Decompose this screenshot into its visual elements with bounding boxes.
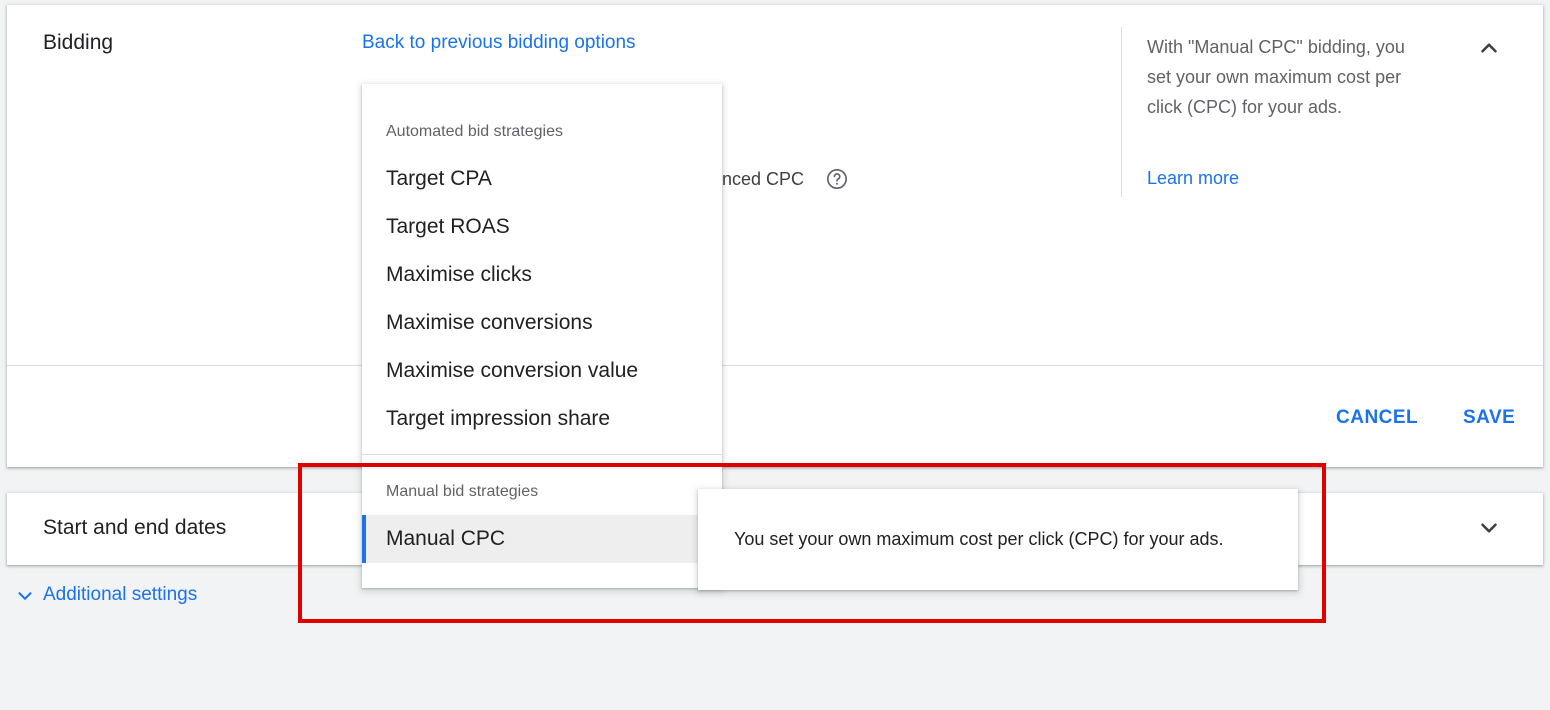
- option-maximise-clicks[interactable]: Maximise clicks: [362, 251, 722, 299]
- help-circle-icon[interactable]: [826, 168, 848, 190]
- additional-settings-label: Additional settings: [43, 584, 198, 605]
- chevron-down-icon: [18, 592, 32, 600]
- bidding-title: Bidding: [43, 31, 114, 54]
- chevron-down-icon[interactable]: [1476, 515, 1502, 541]
- bidding-help-text: With "Manual CPC" bidding, you set your …: [1147, 37, 1405, 117]
- automated-strategies-label: Automated bid strategies: [386, 123, 563, 140]
- enhanced-cpc-label: anced CPC: [712, 169, 805, 189]
- option-target-cpa[interactable]: Target CPA: [362, 155, 722, 203]
- option-label: Target impression share: [386, 407, 611, 430]
- option-maximise-conversions[interactable]: Maximise conversions: [362, 299, 722, 347]
- option-label: Target ROAS: [386, 215, 510, 238]
- option-label: Maximise conversions: [386, 311, 593, 334]
- start-end-dates-title: Start and end dates: [43, 516, 227, 539]
- chevron-up-icon[interactable]: [1476, 35, 1502, 61]
- bidding-divider: [7, 365, 1543, 366]
- dropdown-divider: [362, 454, 722, 455]
- option-maximise-conversion-value[interactable]: Maximise conversion value: [362, 347, 722, 395]
- option-label: Target CPA: [386, 167, 492, 190]
- learn-more-link[interactable]: Learn more: [1147, 168, 1239, 189]
- highlight-annotation-box: [298, 463, 1326, 623]
- option-label: Maximise clicks: [386, 263, 532, 286]
- option-label: Maximise conversion value: [386, 359, 639, 382]
- bidding-help-panel: With "Manual CPC" bidding, you set your …: [1121, 27, 1422, 197]
- back-to-previous-bidding-link[interactable]: Back to previous bidding options: [362, 32, 636, 54]
- option-target-impression-share[interactable]: Target impression share: [362, 395, 722, 443]
- save-button[interactable]: SAVE: [1463, 407, 1515, 429]
- bidding-card: Bidding Back to previous bidding options…: [7, 5, 1543, 467]
- cancel-button[interactable]: CANCEL: [1336, 407, 1418, 429]
- option-target-roas[interactable]: Target ROAS: [362, 203, 722, 251]
